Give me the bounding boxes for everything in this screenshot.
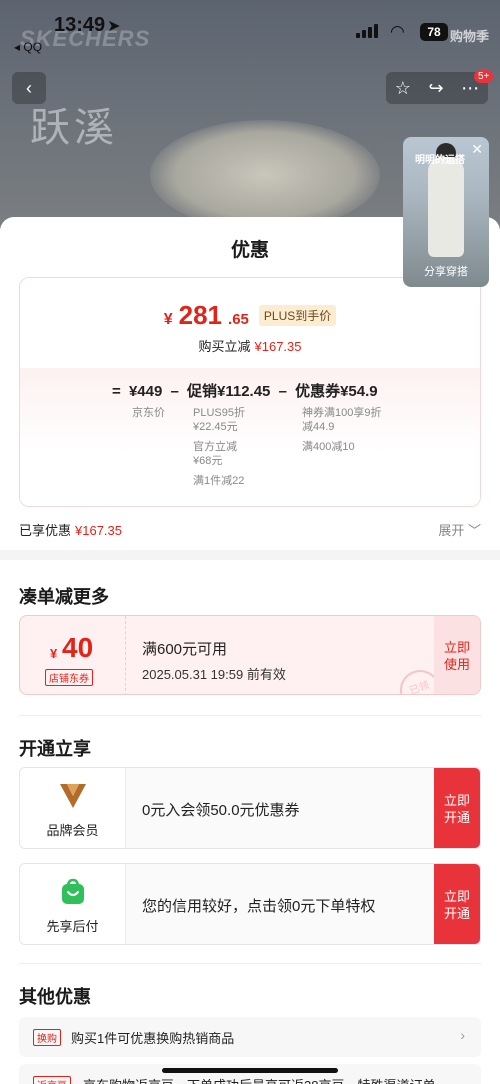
- offer-tag: 换购: [33, 1029, 61, 1046]
- share-card-caption: 明明的运搭: [415, 155, 465, 166]
- divider: [19, 963, 481, 964]
- home-indicator[interactable]: [162, 1068, 338, 1073]
- coupon-value-area: ¥ 40 店铺东券: [20, 616, 126, 694]
- offer-text: 购买1件可优惠换购热销商品: [71, 1031, 235, 1046]
- base-price: ¥449: [128, 383, 163, 400]
- section-divider: [0, 550, 500, 560]
- price-breakdown-card: ¥ 281 .65 PLUS到手价 购买立减 ¥167.35 = ¥449 – 促…: [19, 277, 481, 507]
- location-arrow-icon: ➤: [107, 18, 121, 35]
- plus-price-tag: PLUS到手价: [258, 305, 337, 326]
- wifi-icon: ◠: [390, 22, 405, 41]
- share-outfit-label: 分享穿搭: [424, 266, 468, 278]
- status-time: 13:49 ➤: [54, 14, 121, 36]
- final-price-area: ¥ 281 .65 PLUS到手价 购买立减 ¥167.35: [20, 278, 480, 368]
- price-formula: = ¥449 – 促销¥112.45 – 优惠券¥54.9: [112, 383, 378, 400]
- close-icon[interactable]: ✕: [471, 141, 483, 158]
- member-label: 品牌会员: [46, 823, 99, 838]
- star-icon[interactable]: ☆: [395, 78, 411, 99]
- pay-later-label: 先享后付: [46, 919, 99, 934]
- coupon-type-tag: 店铺东券: [45, 669, 93, 686]
- member-badge: 品牌会员: [20, 768, 126, 848]
- status-bar: 13:49 ➤ ◂ QQ ◠ 78 购物季: [0, 0, 500, 60]
- coupon-total: 优惠券¥54.9: [295, 383, 378, 400]
- coupon-expiry: 2025.05.31 19:59 前有效: [142, 667, 286, 682]
- product-series-title: 跃溪: [30, 105, 118, 151]
- coupon-condition: 满600元可用: [142, 641, 228, 658]
- promo-details: PLUS95折 ¥22.45元 官方立减 ¥68元 满1件减22: [193, 407, 245, 487]
- chevron-right-icon: ›: [460, 1027, 465, 1043]
- coupon-amount: 40: [62, 632, 94, 663]
- signal-icon: [356, 24, 378, 38]
- chevron-left-icon: ‹: [26, 78, 32, 98]
- price-currency: ¥: [163, 311, 173, 328]
- back-to-app-link[interactable]: ◂ QQ: [14, 40, 42, 54]
- section-title-open: 开通立享: [19, 739, 91, 759]
- coupon-details: 神券满100享9折 减44.9 满400减10: [302, 407, 382, 453]
- other-offer-row[interactable]: 换购 购买1件可优惠换购热销商品 ›: [19, 1017, 481, 1057]
- store-tag: 购物季: [450, 29, 490, 44]
- top-actions: ☆ ↪ ⋯: [386, 72, 488, 104]
- open-member-button[interactable]: 立即 开通: [434, 768, 480, 848]
- divider: [19, 715, 481, 716]
- pay-later-card[interactable]: 先享后付 您的信用较好，点击领0元下单特权 立即 开通: [19, 863, 481, 945]
- promo-total: 促销¥112.45: [187, 383, 271, 400]
- model-figure: [428, 157, 464, 257]
- pay-later-badge: 先享后付: [20, 864, 126, 944]
- instant-discount: 购买立减 ¥167.35: [198, 339, 302, 354]
- open-pay-later-button[interactable]: 立即 开通: [434, 864, 480, 944]
- offer-text: 京东购物返京豆，下单成功后最高可返28京豆，特殊渠道订单: [83, 1075, 435, 1084]
- share-icon[interactable]: ↪: [429, 78, 444, 99]
- expand-button[interactable]: 展开 ﹀: [438, 520, 481, 539]
- price-formula-area: = ¥449 – 促销¥112.45 – 优惠券¥54.9 京东价 PLUS95…: [20, 368, 480, 506]
- pay-later-offer: 您的信用较好，点击领0元下单特权: [142, 898, 376, 915]
- coupon-currency: ¥: [50, 646, 58, 661]
- price-decimal: .65: [228, 311, 249, 328]
- discount-sheet: 优惠 ¥ 281 .65 PLUS到手价 购买立减 ¥167.35 = ¥449 …: [0, 217, 500, 1084]
- offer-tag: 返京豆: [33, 1076, 71, 1084]
- final-price: ¥ 281 .65 PLUS到手价: [20, 300, 480, 331]
- enjoyed-discount: 已享优惠 ¥167.35: [19, 523, 123, 538]
- member-offer: 0元入会领50.0元优惠券: [142, 802, 300, 819]
- product-image: [150, 120, 380, 230]
- price-integer: 281: [178, 300, 223, 330]
- shopping-bag-icon: [62, 878, 84, 904]
- battery-indicator: 78: [420, 23, 448, 41]
- brand-member-card[interactable]: 品牌会员 0元入会领50.0元优惠券 立即 开通: [19, 767, 481, 849]
- section-title-other: 其他优惠: [19, 987, 91, 1007]
- brand-v-icon: [60, 784, 86, 808]
- message-badge: 5+: [474, 70, 494, 83]
- share-outfit-card[interactable]: 明明的运搭 ✕ 分享穿搭: [403, 137, 489, 287]
- other-offer-row[interactable]: 返京豆 京东购物返京豆，下单成功后最高可返28京豆，特殊渠道订单: [19, 1064, 481, 1084]
- section-title-more: 凑单减更多: [19, 587, 109, 607]
- shop-coupon-card[interactable]: ¥ 40 店铺东券 满600元可用 2025.05.31 19:59 前有效 已…: [19, 615, 481, 695]
- base-price-label: 京东价: [132, 407, 165, 419]
- back-button[interactable]: ‹: [12, 72, 46, 104]
- use-coupon-button[interactable]: 立即 使用: [434, 616, 480, 694]
